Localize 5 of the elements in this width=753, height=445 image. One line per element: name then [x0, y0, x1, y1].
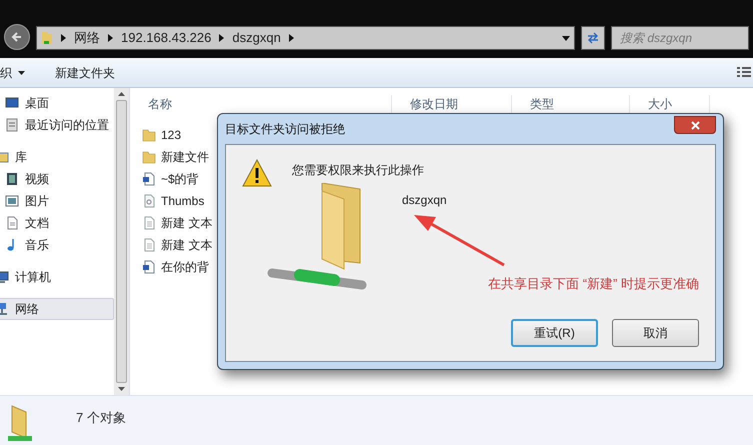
dialog-title: 目标文件夹访问被拒绝 [225, 121, 345, 138]
item-count: 7 个对象 [76, 409, 126, 427]
annotation-text: 在共享目录下面 “新建” 时提示更准确 [488, 275, 699, 293]
dialog-message: 您需要权限来执行此操作 [292, 162, 424, 179]
folder-name: dszgxqn [402, 192, 448, 209]
